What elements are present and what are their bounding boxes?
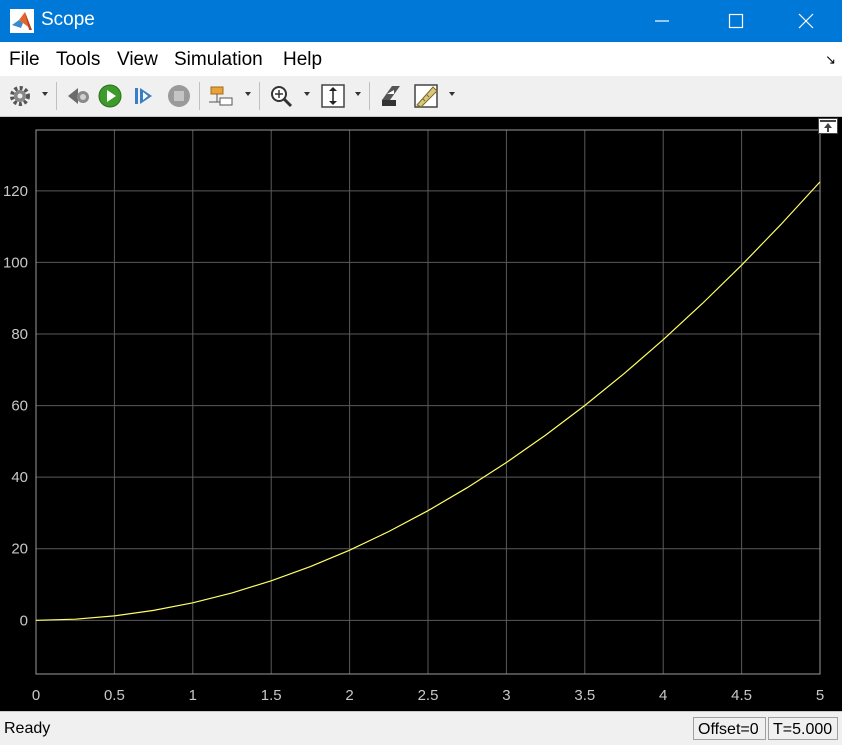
x-tick-label: 4 [659,687,667,704]
x-tick-label: 0 [32,687,40,704]
step-back-icon[interactable] [66,82,92,110]
x-tick-label: 1 [189,687,197,704]
stop-icon[interactable] [166,82,192,110]
x-tick-label: 2.5 [418,687,439,704]
maximize-button[interactable] [706,0,766,42]
scale-axes-icon[interactable] [319,82,347,110]
y-tick-label: 20 [11,541,28,558]
close-button[interactable] [776,0,836,42]
menu-bar: File Tools View Simulation Help ↘ [0,42,842,76]
toolbar [0,76,842,117]
toolbar-separator [369,82,370,110]
x-tick-label: 1.5 [261,687,282,704]
x-tick-label: 3.5 [574,687,595,704]
highlight-block-icon[interactable] [378,82,404,110]
expand-toolstrip-icon[interactable]: ↘ [825,52,836,68]
x-tick-label: 3 [502,687,510,704]
menu-help[interactable]: Help [283,49,322,71]
signal-dropdown-arrow-icon[interactable] [245,92,251,96]
x-tick-label: 0.5 [104,687,125,704]
scope-display[interactable]: 0 0.5 1 1.5 2 2.5 3 3.5 4 4.5 5 0 20 40 60 80 100 120 [0,117,842,711]
zoom-icon[interactable] [268,82,296,110]
y-tick-label: 80 [11,326,28,343]
signal-selector-icon[interactable] [208,82,238,110]
matlab-logo-icon[interactable] [10,9,34,33]
offset-readout: Offset=0 [693,717,766,740]
time-readout: T=5.000 [768,717,838,740]
y-tick-label: 60 [11,398,28,415]
gear-dropdown-arrow-icon[interactable] [42,92,48,96]
x-tick-label: 2 [345,687,353,704]
status-bar: Ready Offset=0 T=5.000 [0,711,842,745]
title-bar: Scope [0,0,842,42]
undock-icon[interactable] [818,118,838,134]
window-title: Scope [41,9,95,30]
menu-tools[interactable]: Tools [56,49,100,71]
zoom-dropdown-arrow-icon[interactable] [304,92,310,96]
menu-view[interactable]: View [117,49,158,71]
toolbar-separator [259,82,260,110]
step-forward-icon[interactable] [132,82,158,110]
measurements-icon[interactable] [412,82,442,110]
status-text: Ready [4,720,51,737]
x-tick-label: 4.5 [731,687,752,704]
measurements-dropdown-arrow-icon[interactable] [449,92,455,96]
y-tick-label: 100 [3,254,28,271]
y-tick-label: 120 [3,183,28,200]
toolbar-separator [56,82,57,110]
x-tick-label: 5 [816,687,824,704]
menu-simulation[interactable]: Simulation [174,49,263,71]
minimize-button[interactable] [632,0,692,42]
gear-icon[interactable] [8,82,34,110]
run-icon[interactable] [97,82,123,110]
menu-file[interactable]: File [9,49,40,71]
y-tick-label: 40 [11,469,28,486]
y-tick-label: 0 [20,612,28,629]
scale-dropdown-arrow-icon[interactable] [355,92,361,96]
scope-plot[interactable]: 0 0.5 1 1.5 2 2.5 3 3.5 4 4.5 5 0 20 40 60 80 100 120 [0,117,842,711]
toolbar-separator [199,82,200,110]
